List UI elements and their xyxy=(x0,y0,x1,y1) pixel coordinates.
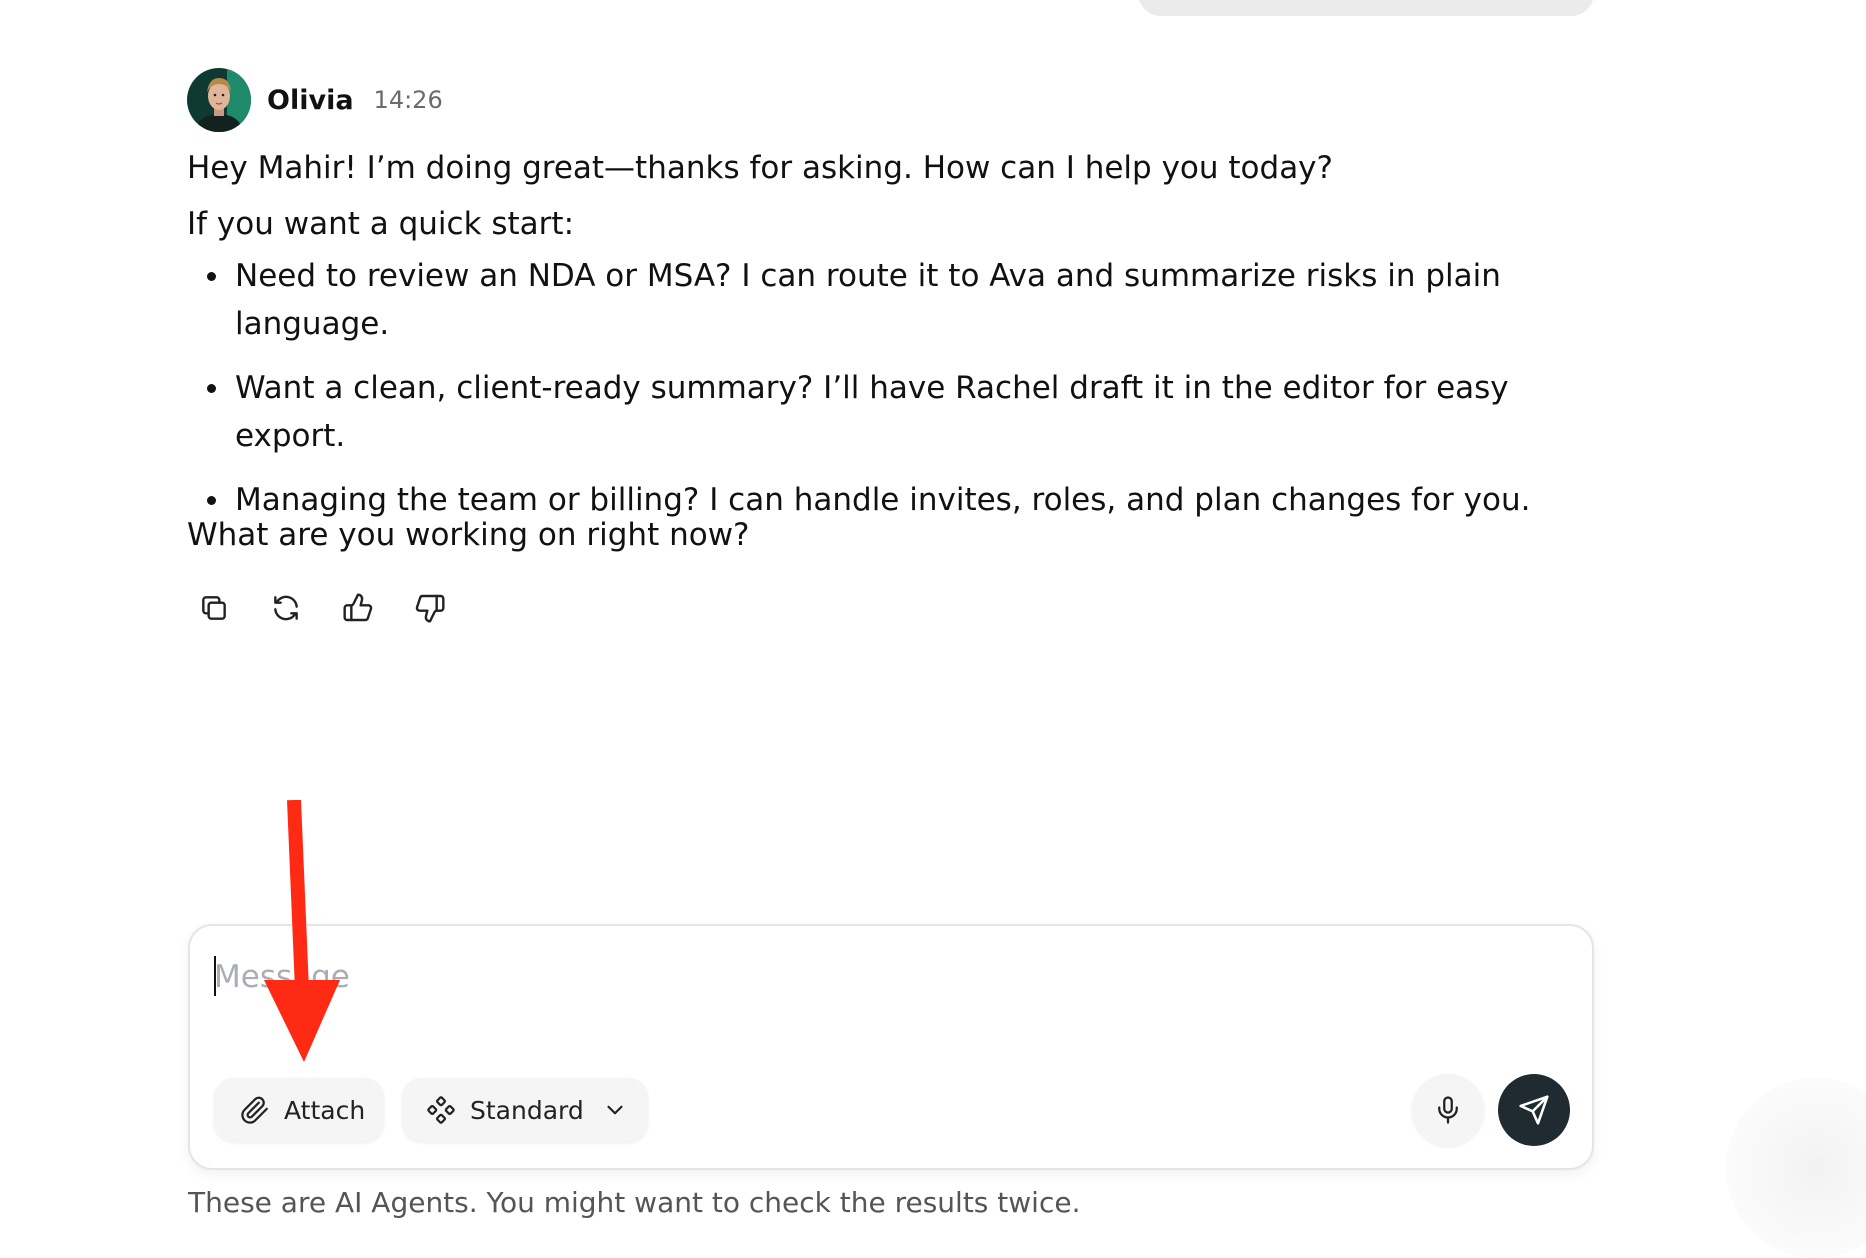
mode-label: Standard xyxy=(470,1095,584,1125)
avatar xyxy=(187,68,251,132)
corner-shadow xyxy=(1726,1078,1866,1258)
mode-diamond-icon xyxy=(427,1096,455,1124)
message-input[interactable] xyxy=(214,952,1554,1002)
message-composer: Attach Standard xyxy=(188,924,1594,1170)
microphone-icon xyxy=(1438,1096,1458,1124)
bullet-dot xyxy=(207,272,216,281)
mode-select[interactable]: Standard xyxy=(402,1078,648,1142)
message-intro: If you want a quick start: xyxy=(187,206,575,242)
list-item-text: Need to review an NDA or MSA? I can rout… xyxy=(235,258,1501,342)
thumbs-down-button[interactable] xyxy=(412,590,448,626)
list-item: Need to review an NDA or MSA? I can rout… xyxy=(187,252,1607,348)
message-greeting: Hey Mahir! I’m doing great—thanks for as… xyxy=(187,150,1333,186)
copy-button[interactable] xyxy=(196,590,232,626)
send-button[interactable] xyxy=(1498,1074,1570,1146)
send-icon xyxy=(1519,1095,1549,1125)
suggestion-list: Need to review an NDA or MSA? I can rout… xyxy=(187,252,1607,540)
thumbs-up-icon xyxy=(343,593,373,622)
regenerate-icon xyxy=(274,595,298,621)
list-item-text: Want a clean, client-ready summary? I’ll… xyxy=(235,370,1509,454)
sender-name: Olivia xyxy=(267,84,354,116)
chevron-down-icon xyxy=(602,1097,628,1123)
copy-icon xyxy=(202,596,226,620)
thumbs-up-button[interactable] xyxy=(340,590,376,626)
bullet-dot xyxy=(207,384,216,393)
attach-label: Attach xyxy=(284,1095,366,1125)
text-caret xyxy=(214,956,216,996)
list-item: Want a clean, client-ready summary? I’ll… xyxy=(187,364,1607,460)
voice-input-button[interactable] xyxy=(1412,1074,1484,1146)
message-header: Olivia 14:26 xyxy=(187,68,443,132)
message-actions xyxy=(196,590,448,626)
attach-button[interactable]: Attach xyxy=(214,1078,384,1142)
paperclip-icon xyxy=(241,1096,268,1124)
message-timestamp: 14:26 xyxy=(373,86,443,114)
bullet-dot xyxy=(207,496,216,505)
regenerate-button[interactable] xyxy=(268,590,304,626)
previous-user-message-bubble xyxy=(1138,0,1594,16)
thumbs-down-icon xyxy=(415,594,445,623)
message-question: What are you working on right now? xyxy=(187,517,750,553)
ai-disclaimer: These are AI Agents. You might want to c… xyxy=(188,1186,1081,1219)
